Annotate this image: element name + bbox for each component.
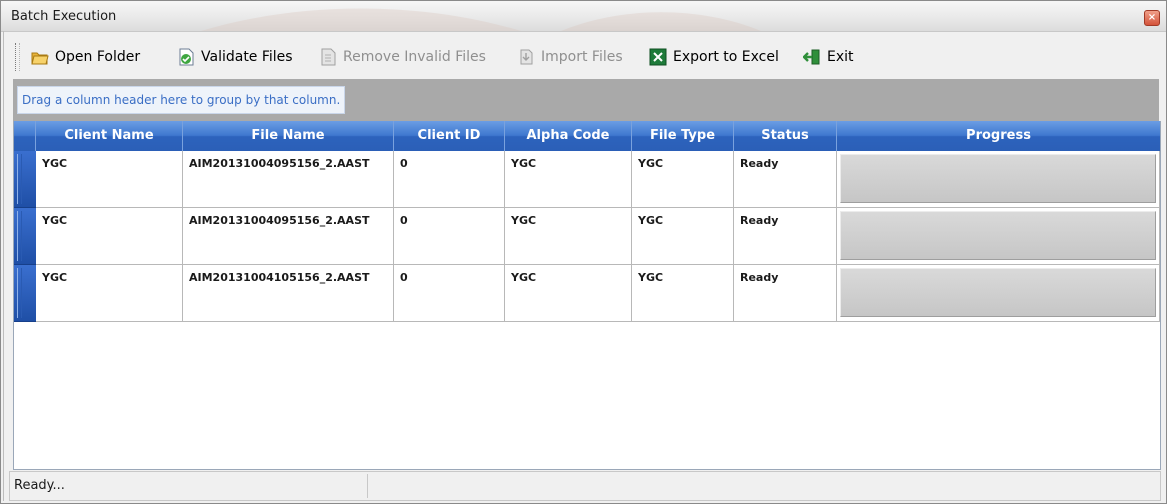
title-bar-decoration [201, 8, 761, 31]
batch-execution-window: Batch Execution × Open Folder Validate F… [0, 0, 1167, 504]
cell-alpha-code[interactable]: YGC [505, 151, 632, 208]
remove-invalid-files-button[interactable]: Remove Invalid Files [319, 43, 486, 71]
table-row[interactable]: YGC AIM20131004105156_2.AAST 0 YGC YGC R… [14, 265, 1160, 322]
row-selector-header [14, 121, 36, 151]
cell-progress[interactable] [837, 265, 1160, 322]
cell-client-id[interactable]: 0 [394, 208, 505, 265]
export-to-excel-label: Export to Excel [673, 49, 779, 65]
cell-client-name[interactable]: YGC [36, 208, 183, 265]
cell-file-type[interactable]: YGC [632, 265, 734, 322]
remove-invalid-files-label: Remove Invalid Files [343, 49, 486, 65]
column-header-client-name[interactable]: Client Name [36, 121, 183, 151]
grid-header: Client Name File Name Client ID Alpha Co… [14, 121, 1160, 151]
table-row[interactable]: YGC AIM20131004095156_2.AAST 0 YGC YGC R… [14, 208, 1160, 265]
group-by-area[interactable]: Drag a column header here to group by th… [13, 79, 1159, 121]
cell-progress[interactable] [837, 208, 1160, 265]
cell-client-name[interactable]: YGC [36, 151, 183, 208]
row-selector[interactable] [14, 265, 36, 322]
exit-button[interactable]: Exit [803, 43, 854, 71]
column-header-status[interactable]: Status [734, 121, 837, 151]
cell-file-name[interactable]: AIM20131004105156_2.AAST [183, 265, 394, 322]
cell-alpha-code[interactable]: YGC [505, 208, 632, 265]
exit-icon [803, 49, 820, 65]
cell-file-type[interactable]: YGC [632, 151, 734, 208]
progress-bar [840, 268, 1156, 317]
cell-file-name[interactable]: AIM20131004095156_2.AAST [183, 208, 394, 265]
toolbar: Open Folder Validate Files Remove Invali… [9, 37, 1159, 77]
cell-client-name[interactable]: YGC [36, 265, 183, 322]
status-bar-divider [367, 474, 368, 498]
table-row[interactable]: YGC AIM20131004095156_2.AAST 0 YGC YGC R… [14, 151, 1160, 208]
open-folder-button[interactable]: Open Folder [31, 43, 140, 71]
status-bar: Ready... [9, 471, 1161, 501]
column-header-file-name[interactable]: File Name [183, 121, 394, 151]
column-header-progress[interactable]: Progress [837, 121, 1160, 151]
cell-status[interactable]: Ready [734, 265, 837, 322]
remove-files-icon [321, 48, 336, 66]
cell-status[interactable]: Ready [734, 208, 837, 265]
progress-bar [840, 154, 1156, 203]
status-text: Ready... [14, 478, 65, 493]
cell-file-type[interactable]: YGC [632, 208, 734, 265]
import-files-label: Import Files [541, 49, 623, 65]
cell-progress[interactable] [837, 151, 1160, 208]
row-selector[interactable] [14, 151, 36, 208]
open-folder-icon [31, 52, 49, 65]
exit-label: Exit [827, 49, 854, 65]
title-bar[interactable]: Batch Execution × [1, 1, 1166, 32]
cell-file-name[interactable]: AIM20131004095156_2.AAST [183, 151, 394, 208]
close-button[interactable]: × [1144, 10, 1160, 26]
batch-files-grid: Client Name File Name Client ID Alpha Co… [13, 121, 1161, 470]
toolbar-grip[interactable] [15, 43, 20, 71]
column-header-client-id[interactable]: Client ID [394, 121, 505, 151]
cell-alpha-code[interactable]: YGC [505, 265, 632, 322]
cell-client-id[interactable]: 0 [394, 265, 505, 322]
import-files-button[interactable]: Import Files [517, 43, 623, 71]
validate-files-icon [179, 48, 194, 66]
group-by-hint: Drag a column header here to group by th… [17, 86, 346, 114]
export-to-excel-button[interactable]: Export to Excel [649, 43, 779, 71]
column-header-alpha-code[interactable]: Alpha Code [505, 121, 632, 151]
open-folder-label: Open Folder [55, 49, 141, 65]
progress-bar [840, 211, 1156, 260]
column-header-file-type[interactable]: File Type [632, 121, 734, 151]
import-files-icon [520, 49, 533, 65]
validate-files-label: Validate Files [201, 49, 293, 65]
window-left-edge [3, 31, 8, 501]
cell-client-id[interactable]: 0 [394, 151, 505, 208]
validate-files-button[interactable]: Validate Files [177, 43, 293, 71]
row-selector[interactable] [14, 208, 36, 265]
window-title: Batch Execution [11, 9, 117, 24]
cell-status[interactable]: Ready [734, 151, 837, 208]
excel-icon [649, 48, 667, 66]
